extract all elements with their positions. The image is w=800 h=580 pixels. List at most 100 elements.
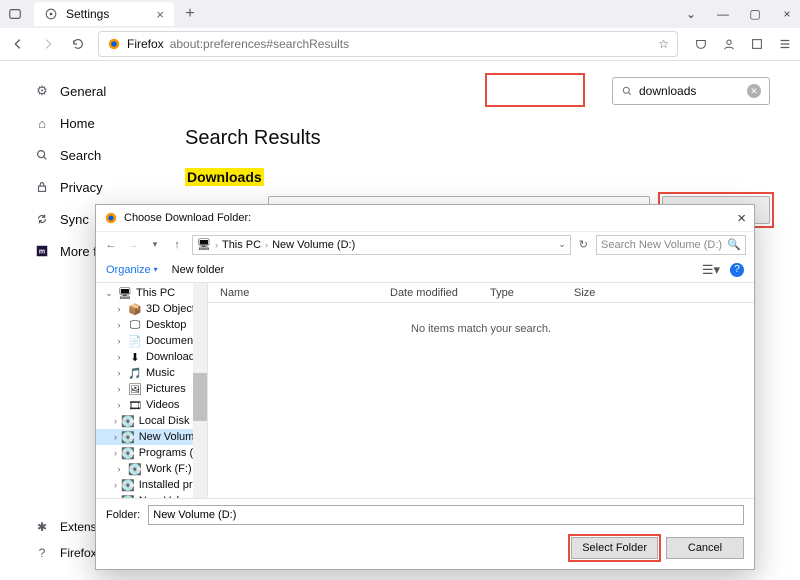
refresh-icon[interactable]: ↻: [579, 238, 588, 251]
help-button-icon[interactable]: ?: [730, 263, 744, 277]
tree-expand-icon[interactable]: ›: [114, 320, 124, 330]
search-icon: 🔍: [727, 238, 741, 251]
tree-item-label: Work (F:): [146, 463, 192, 475]
tree-item[interactable]: ›🖵Desktop: [96, 317, 207, 333]
tree-item[interactable]: › 🎵 Music: [96, 365, 207, 381]
back-button[interactable]: [8, 34, 28, 54]
clear-search-icon[interactable]: ✕: [747, 84, 761, 98]
forward-button[interactable]: [38, 34, 58, 54]
dialog-close-icon[interactable]: ×: [737, 210, 746, 227]
svg-text:m: m: [39, 249, 45, 256]
music-icon: 🎵: [128, 367, 142, 379]
docs-icon: 📄: [128, 335, 142, 347]
disk-icon: 💽: [128, 463, 142, 475]
tree-expand-icon[interactable]: ›: [114, 400, 124, 410]
scrollbar-thumb[interactable]: [193, 373, 207, 421]
folder-name-input[interactable]: [148, 505, 744, 525]
desktop-icon: 🖵: [128, 319, 142, 331]
new-folder-button[interactable]: New folder: [172, 264, 225, 276]
tree-expand-icon[interactable]: ›: [114, 336, 124, 346]
tab-close-icon[interactable]: ×: [156, 7, 164, 22]
tree-expand-icon[interactable]: ›: [114, 352, 124, 362]
dialog-search-input[interactable]: Search New Volume (D:) 🔍: [596, 235, 746, 255]
tree-scrollbar[interactable]: [193, 283, 207, 498]
col-name[interactable]: Name: [220, 287, 390, 299]
col-date[interactable]: Date modified: [390, 287, 490, 299]
reload-button[interactable]: [68, 34, 88, 54]
search-placeholder: Search New Volume (D:): [601, 239, 722, 251]
tree-expand-icon[interactable]: ›: [114, 416, 117, 426]
tree-item[interactable]: ›💽New Volume (H:): [96, 493, 207, 498]
tree-expand-icon[interactable]: ⌄: [104, 288, 114, 299]
col-size[interactable]: Size: [574, 287, 595, 299]
breadcrumb[interactable]: 🖥 › This PC › New Volume (D:) ⌄: [192, 235, 571, 255]
tree-expand-icon[interactable]: ›: [114, 496, 117, 498]
tree-item[interactable]: ›💽Installed program: [96, 477, 207, 493]
tree-item[interactable]: ⌄ 🖥 This PC: [96, 285, 207, 301]
view-options-icon[interactable]: ☰▾: [702, 262, 720, 278]
crumb-this-pc[interactable]: This PC: [222, 239, 261, 251]
tree-expand-icon[interactable]: ›: [114, 464, 124, 474]
file-list-area: Name Date modified Type Size No items ma…: [208, 283, 754, 498]
url-input[interactable]: Firefox about:preferences#searchResults …: [98, 31, 678, 57]
disk-icon: 💽: [121, 431, 135, 443]
new-tab-button[interactable]: +: [178, 2, 202, 26]
cancel-button[interactable]: Cancel: [666, 537, 744, 559]
workspace-icon[interactable]: [6, 5, 24, 23]
tree-item[interactable]: › 💽 Work (F:): [96, 461, 207, 477]
tree-item[interactable]: ›💽Local Disk (C:): [96, 413, 207, 429]
col-type[interactable]: Type: [490, 287, 574, 299]
crumb-sep-icon: ›: [265, 240, 268, 250]
tab-title: Settings: [66, 7, 109, 21]
highlight-search: [485, 73, 585, 107]
tree-item[interactable]: ›📄Documents: [96, 333, 207, 349]
tree-item[interactable]: ›📦3D Objects: [96, 301, 207, 317]
tree-item[interactable]: ›🖼Pictures: [96, 381, 207, 397]
tree-item[interactable]: ›💽New Volume (D:): [96, 429, 207, 445]
column-headers[interactable]: Name Date modified Type Size: [208, 283, 754, 303]
search-icon: [34, 147, 50, 163]
tree-item-label: Music: [146, 367, 175, 379]
up-arrow-icon[interactable]: ↑: [170, 239, 184, 251]
sidebar-item-general[interactable]: ⚙General: [30, 75, 175, 107]
tree-expand-icon[interactable]: ›: [114, 304, 124, 314]
crumb-volume[interactable]: New Volume (D:): [272, 239, 355, 251]
tree-item[interactable]: ›⬇Downloads: [96, 349, 207, 365]
bookmark-star-icon[interactable]: ☆: [658, 37, 669, 51]
folder-tree[interactable]: ⌄🖥This PC›📦3D Objects›🖵Desktop›📄Document…: [96, 283, 208, 498]
tree-expand-icon[interactable]: ›: [114, 480, 117, 490]
recent-dropdown-icon[interactable]: ▾: [148, 239, 162, 250]
tree-expand-icon[interactable]: ›: [114, 368, 124, 378]
menu-icon[interactable]: [778, 37, 792, 51]
minimize-icon[interactable]: —: [716, 7, 730, 21]
pocket-icon[interactable]: [694, 37, 708, 51]
sidebar-item-privacy[interactable]: Privacy: [30, 171, 175, 203]
choose-folder-dialog: Choose Download Folder: × ← → ▾ ↑ 🖥 › Th…: [95, 204, 755, 570]
home-icon: ⌂: [34, 115, 50, 131]
disk-icon: 💽: [121, 415, 135, 427]
account-icon[interactable]: [722, 37, 736, 51]
mozilla-icon: m: [34, 243, 50, 259]
tree-item[interactable]: ›💽Programs (E:): [96, 445, 207, 461]
crumb-sep-icon: ›: [215, 240, 218, 250]
dialog-toolbar: Organize ▾ New folder ☰▾ ?: [96, 257, 754, 283]
preferences-search-input[interactable]: downloads ✕: [612, 77, 770, 105]
forward-arrow-icon[interactable]: →: [126, 239, 140, 251]
sidebar-item-search[interactable]: Search: [30, 139, 175, 171]
sidebar-item-home[interactable]: ⌂Home: [30, 107, 175, 139]
tree-expand-icon[interactable]: ›: [114, 432, 117, 442]
dialog-footer: Folder: Select Folder Cancel: [96, 498, 754, 569]
extensions-icon[interactable]: [750, 37, 764, 51]
chevron-down-icon[interactable]: ⌄: [684, 7, 698, 21]
tree-item[interactable]: ›🎞Videos: [96, 397, 207, 413]
maximize-icon[interactable]: ▢: [748, 7, 762, 21]
tree-item-label: This PC: [136, 287, 175, 299]
crumb-drop-icon[interactable]: ⌄: [558, 239, 566, 250]
close-window-icon[interactable]: ×: [780, 7, 794, 21]
organize-menu[interactable]: Organize ▾: [106, 264, 158, 276]
tab-settings[interactable]: Settings ×: [34, 2, 174, 26]
tree-expand-icon[interactable]: ›: [114, 448, 117, 458]
back-arrow-icon[interactable]: ←: [104, 239, 118, 251]
tree-expand-icon[interactable]: ›: [114, 384, 124, 394]
pc-icon: 🖥: [118, 287, 132, 299]
